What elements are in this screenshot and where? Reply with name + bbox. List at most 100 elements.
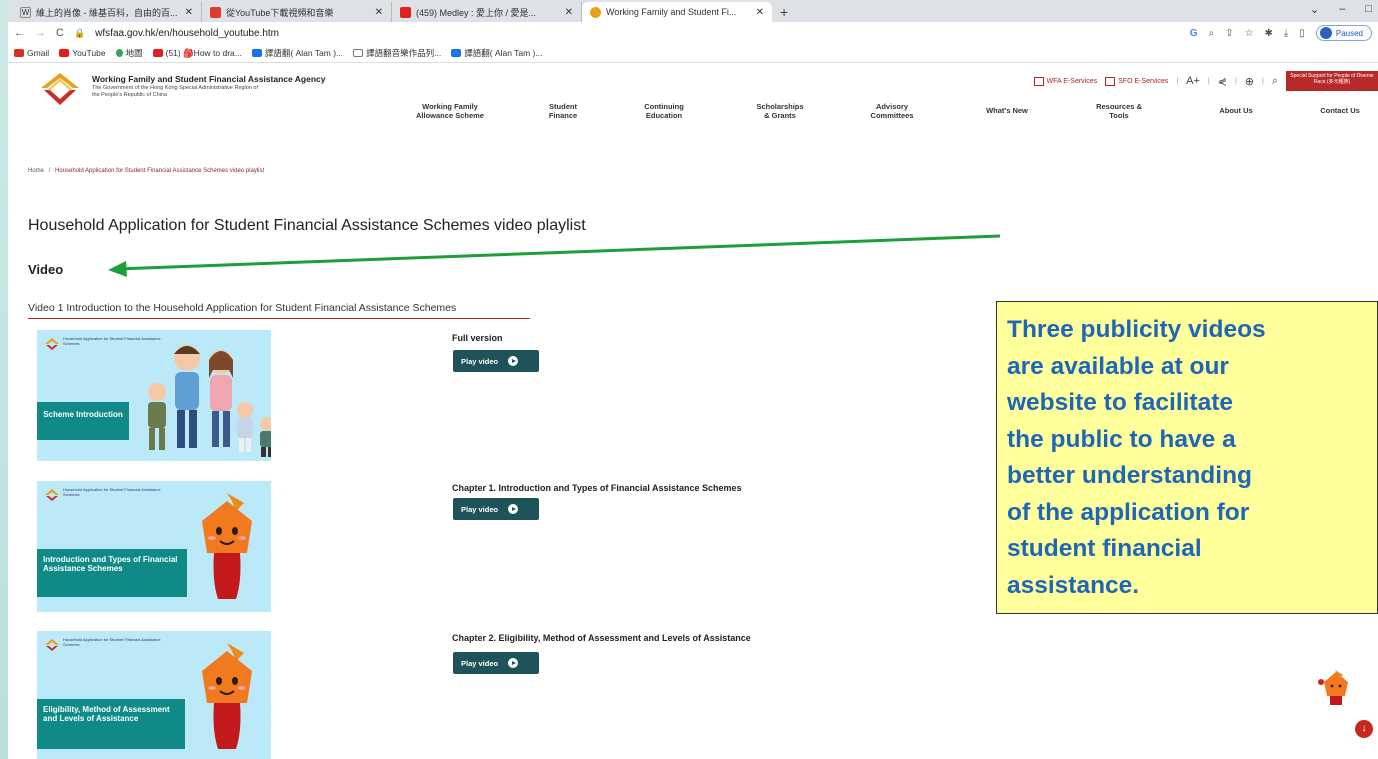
breadcrumb-home[interactable]: Home xyxy=(28,168,44,174)
reload-icon[interactable]: C xyxy=(56,27,64,39)
nav-about-us[interactable]: About Us xyxy=(1211,106,1261,116)
address-bar: ← → C 🔒 wfsfaa.gov.hk/en/household_youtu… xyxy=(8,22,1378,44)
callout-line: website to facilitate xyxy=(1007,389,1234,416)
search-icon[interactable]: ⌕ xyxy=(1272,75,1278,88)
thumbnail-label: Eligibility, Method of Assessment and Le… xyxy=(37,699,185,749)
lock-icon[interactable]: 🔒 xyxy=(74,28,85,39)
zoom-icon[interactable]: ⌕ xyxy=(1209,28,1215,39)
url-field[interactable]: wfsfaa.gov.hk/en/household_youtube.htm xyxy=(95,28,279,39)
site-header: Working Family and Student Financial Ass… xyxy=(8,63,1378,133)
back-icon[interactable]: ← xyxy=(14,27,25,39)
mascot-illustration xyxy=(202,493,252,599)
bookmarks-bar: Gmail YouTube 地圖 (51) 🎒How to dra... 譯語翻… xyxy=(8,44,1378,63)
youtube-icon xyxy=(152,49,163,57)
play-button-label: Play video xyxy=(461,658,499,668)
browser-tab[interactable]: W 維上的肖像 - 維基百科，自由的百... ✕ xyxy=(12,2,202,22)
toolbar-icons: G ⌕ ⇪ ☆ ✱ ⤓ ▯ Paused xyxy=(1190,25,1372,41)
download-icon[interactable]: ⤓ xyxy=(1284,28,1288,39)
avatar xyxy=(1319,27,1332,39)
play-button-label: Play video xyxy=(461,504,499,514)
close-icon[interactable]: ✕ xyxy=(185,7,193,18)
play-icon xyxy=(508,356,519,366)
close-icon[interactable]: ✕ xyxy=(756,7,764,18)
browser-tab-active[interactable]: Working Family and Student Fi... ✕ xyxy=(582,2,772,22)
video-thumbnail[interactable]: Household Application for Student Financ… xyxy=(37,330,271,461)
wfa-eservices-link[interactable]: WFA E-Services xyxy=(1033,76,1097,86)
bookmark-item[interactable]: 地圖 xyxy=(115,47,143,59)
profile-button[interactable]: Paused xyxy=(1315,25,1372,41)
play-video-button[interactable]: Play video xyxy=(453,350,539,372)
agency-logo-icon xyxy=(45,338,59,350)
callout-line: Three publicity videos xyxy=(1007,316,1266,343)
profile-status: Paused xyxy=(1335,28,1363,38)
new-tab-button[interactable]: + xyxy=(772,2,796,22)
callout-line: the public to have a xyxy=(1007,425,1236,453)
callout-line: assistance. xyxy=(1007,571,1140,599)
share-icon[interactable]: ⋞ xyxy=(1218,75,1227,88)
maximize-button[interactable]: □ xyxy=(1365,3,1372,16)
google-icon[interactable]: G xyxy=(1190,28,1198,39)
play-button-label: Play video xyxy=(461,356,499,366)
sidebar-icon[interactable]: ▯ xyxy=(1299,28,1305,39)
breadcrumb-current: Household Application for Student Financ… xyxy=(55,168,265,174)
play-video-button[interactable]: Play video xyxy=(453,498,539,520)
scroll-down-button[interactable]: ↓ xyxy=(1355,720,1373,738)
extensions-icon[interactable]: ✱ xyxy=(1265,28,1273,39)
globe-icon[interactable]: ⊕ xyxy=(1245,75,1254,88)
bookmark-item[interactable]: 譯語翻( Alan Tam )... xyxy=(451,47,542,59)
nav-whats-new[interactable]: What's New xyxy=(977,106,1037,116)
nav-advisory-committees[interactable]: Advisory Committees xyxy=(865,102,919,120)
minimize-button[interactable]: – xyxy=(1339,3,1345,16)
download-icon xyxy=(210,6,221,18)
nav-student-finance[interactable]: Student Finance xyxy=(543,102,583,120)
bookmark-item[interactable]: 譯語翻( Alan Tam )... xyxy=(251,47,343,59)
bookmark-item[interactable]: Gmail xyxy=(14,48,49,58)
tab-bar: W 維上的肖像 - 維基百科，自由的百... ✕ 從YouTube下載視頻和音樂… xyxy=(8,0,1378,22)
special-support-button[interactable]: Special Support for People of Diverse Ra… xyxy=(1286,71,1378,91)
tab-title: Working Family and Student Fi... xyxy=(606,7,737,17)
agency-logo-icon[interactable] xyxy=(40,72,80,106)
bookmark-star-icon[interactable]: ☆ xyxy=(1245,28,1254,39)
video-thumbnail[interactable]: Household Application for Student Financ… xyxy=(37,481,271,612)
close-icon[interactable]: ✕ xyxy=(565,7,573,18)
page-title: Household Application for Student Financ… xyxy=(28,217,586,234)
divider: | xyxy=(1207,77,1210,85)
bookmark-item[interactable]: 譯語翻音樂作品列... xyxy=(353,47,441,59)
bookmark-item[interactable]: YouTube xyxy=(59,48,106,58)
tab-search-icon[interactable]: ⌄ xyxy=(1310,3,1319,16)
browser-tab[interactable]: 從YouTube下載視頻和音樂 ✕ xyxy=(202,2,392,22)
video-title: Chapter 1. Introduction and Types of Fin… xyxy=(452,483,742,493)
font-size-button[interactable]: A+ xyxy=(1186,75,1200,87)
callout-line: of the application for xyxy=(1007,498,1250,526)
play-video-button[interactable]: Play video xyxy=(453,652,539,674)
callout-box: Three publicity videos are available at … xyxy=(996,301,1378,614)
m-icon xyxy=(451,49,462,57)
breadcrumb-separator: / xyxy=(48,168,51,174)
window-controls: ⌄ – □ xyxy=(1310,3,1372,16)
nav-continuing-education[interactable]: Continuing Education xyxy=(639,102,689,120)
nav-wfa-scheme[interactable]: Working Family Allowance Scheme xyxy=(410,102,490,120)
browser-tab[interactable]: (459) Medley : 愛上你 / 愛是... ✕ xyxy=(392,2,582,22)
share-icon[interactable]: ⇪ xyxy=(1225,28,1233,39)
divider: | xyxy=(1262,77,1264,85)
mascot-chat-icon[interactable] xyxy=(1316,668,1352,706)
login-icon xyxy=(1033,76,1044,86)
play-icon xyxy=(508,504,519,514)
forward-icon[interactable]: → xyxy=(35,27,46,39)
tab-title: 從YouTube下載視頻和音樂 xyxy=(226,7,334,18)
nav-contact-us[interactable]: Contact Us xyxy=(1315,106,1365,116)
wikipedia-icon xyxy=(353,49,364,57)
callout-line: student financial xyxy=(1007,535,1202,562)
close-icon[interactable]: ✕ xyxy=(375,7,383,18)
agency-logo-icon xyxy=(45,489,59,501)
thumbnail-label: Scheme Introduction xyxy=(37,402,129,440)
sfo-eservices-link[interactable]: SFO E-Services xyxy=(1105,76,1168,86)
youtube-icon xyxy=(59,49,70,57)
youtube-icon xyxy=(400,6,411,18)
nav-resources-tools[interactable]: Resources & Tools xyxy=(1094,102,1144,120)
nav-scholarships[interactable]: Scholarships & Grants xyxy=(753,102,807,120)
agency-name: Working Family and Student Financial Ass… xyxy=(92,74,326,84)
agency-favicon-icon xyxy=(590,6,601,18)
bookmark-item[interactable]: (51) 🎒How to dra... xyxy=(152,48,242,59)
video-thumbnail[interactable]: Household Application for Student Financ… xyxy=(37,631,271,759)
